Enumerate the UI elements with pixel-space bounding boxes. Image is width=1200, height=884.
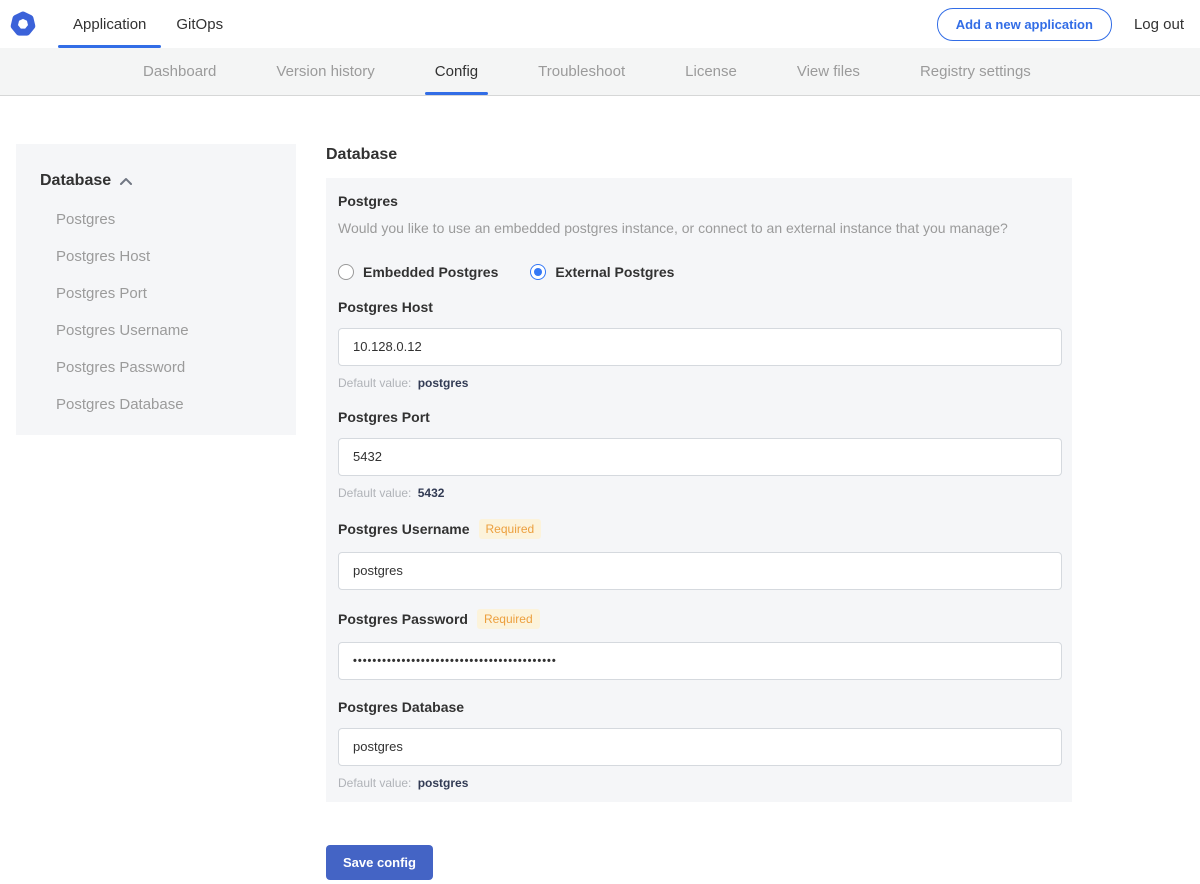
- field-label: Postgres Username: [338, 520, 470, 537]
- config-fields: Postgres Host Default value: postgres Po…: [338, 299, 1062, 790]
- default-value-text: 5432: [417, 485, 445, 500]
- default-value-prefix: Default value:: [338, 485, 415, 500]
- content-area: Database Postgres Postgres Host Postgres…: [0, 96, 1200, 884]
- config-field-postgres-port: Postgres Port Default value: 5432: [338, 409, 1062, 500]
- save-config-button[interactable]: Save config: [326, 844, 433, 880]
- sidebar-item-postgres-port[interactable]: Postgres Port: [40, 285, 286, 302]
- subnav-tab-view-files[interactable]: View files: [787, 48, 870, 95]
- postgres-radio-group: Embedded Postgres External Postgres: [338, 263, 1062, 280]
- add-new-application-button[interactable]: Add a new application: [936, 7, 1112, 41]
- page-title: Database: [326, 146, 398, 163]
- default-value-prefix: Default value:: [338, 375, 415, 390]
- field-input-postgres-username[interactable]: [338, 551, 1062, 590]
- sidebar-group-database[interactable]: Database: [40, 171, 286, 191]
- field-default-hint: Default value: postgres: [338, 376, 1062, 390]
- field-input-postgres-password[interactable]: [338, 641, 1062, 680]
- config-group-help-text: Would you like to use an embedded postgr…: [338, 220, 1008, 236]
- field-label: Postgres Database: [338, 698, 465, 715]
- subnav-tab-label: Registry settings: [919, 63, 1031, 80]
- radio-option-label: External Postgres: [555, 263, 675, 280]
- subnav-tab-label: Dashboard: [143, 63, 217, 80]
- config-main: Database Postgres Would you like to use …: [326, 144, 1072, 884]
- sidebar-item-postgres-database[interactable]: Postgres Database: [40, 396, 286, 413]
- sidebar-item-postgres[interactable]: Postgres: [40, 211, 286, 228]
- radio-button-icon: [530, 263, 547, 280]
- field-input-postgres-database[interactable]: [338, 727, 1062, 766]
- sidebar-item-list: Postgres Postgres Host Postgres Port Pos…: [40, 211, 286, 413]
- subnav-tab-label: License: [685, 63, 737, 80]
- subnav-tab-dashboard[interactable]: Dashboard: [133, 48, 226, 95]
- subnav-tab-version-history[interactable]: Version history: [266, 48, 384, 95]
- sidebar-item-postgres-password[interactable]: Postgres Password: [40, 359, 286, 376]
- app-logo-icon[interactable]: [10, 11, 36, 37]
- radio-button-icon: [338, 263, 354, 280]
- required-badge: Required: [478, 518, 542, 539]
- sidebar-item-postgres-username[interactable]: Postgres Username: [40, 322, 286, 339]
- subnav-tab-license[interactable]: License: [675, 48, 747, 95]
- subnav-tab-label: Version history: [276, 63, 375, 80]
- header-tabs: Application GitOps: [58, 0, 238, 48]
- header-tab-application[interactable]: Application: [58, 0, 162, 48]
- config-field-postgres-host: Postgres Host Default value: postgres: [338, 299, 1062, 390]
- field-input-postgres-port[interactable]: [338, 437, 1062, 476]
- config-field-postgres-username: Postgres Username Required: [338, 518, 1062, 590]
- default-value-text: postgres: [417, 375, 469, 390]
- default-value-prefix: Default value:: [338, 775, 415, 790]
- subnav-tab-label: View files: [796, 63, 860, 80]
- subnav-tab-troubleshoot[interactable]: Troubleshoot: [528, 48, 635, 95]
- app-subnav: Dashboard Version history Config Trouble…: [0, 48, 1200, 96]
- config-group-panel: Postgres Would you like to use an embedd…: [326, 178, 1072, 802]
- subnav-tab-label: Config: [434, 63, 479, 80]
- field-label: Postgres Password: [338, 610, 468, 627]
- config-sidebar: Database Postgres Postgres Host Postgres…: [16, 144, 296, 435]
- field-default-hint: Default value: postgres: [338, 776, 1062, 790]
- radio-option-external-postgres[interactable]: External Postgres: [530, 263, 675, 280]
- subnav-tab-config[interactable]: Config: [424, 48, 489, 95]
- config-field-postgres-password: Postgres Password Required: [338, 608, 1062, 680]
- subnav-tab-label: Troubleshoot: [538, 63, 626, 80]
- header-tab-label: Application: [73, 15, 147, 33]
- field-label: Postgres Port: [338, 408, 430, 425]
- field-default-hint: Default value: 5432: [338, 486, 1062, 500]
- field-input-postgres-host[interactable]: [338, 327, 1062, 366]
- header-tab-gitops[interactable]: GitOps: [161, 0, 238, 48]
- sidebar-item-postgres-host[interactable]: Postgres Host: [40, 248, 286, 265]
- top-header: Application GitOps Add a new application…: [0, 0, 1200, 48]
- config-group-title: Postgres: [338, 193, 398, 209]
- subnav-tab-registry-settings[interactable]: Registry settings: [910, 48, 1041, 95]
- radio-option-embedded-postgres[interactable]: Embedded Postgres: [338, 263, 499, 280]
- radio-option-label: Embedded Postgres: [363, 263, 499, 280]
- logout-link[interactable]: Log out: [1134, 16, 1184, 33]
- field-label: Postgres Host: [338, 298, 433, 315]
- required-badge: Required: [476, 608, 540, 629]
- chevron-up-icon: [119, 173, 133, 191]
- config-field-postgres-database: Postgres Database Default value: postgre…: [338, 699, 1062, 790]
- default-value-text: postgres: [417, 775, 469, 790]
- header-tab-label: GitOps: [176, 15, 224, 33]
- sidebar-group-label: Database: [40, 172, 112, 189]
